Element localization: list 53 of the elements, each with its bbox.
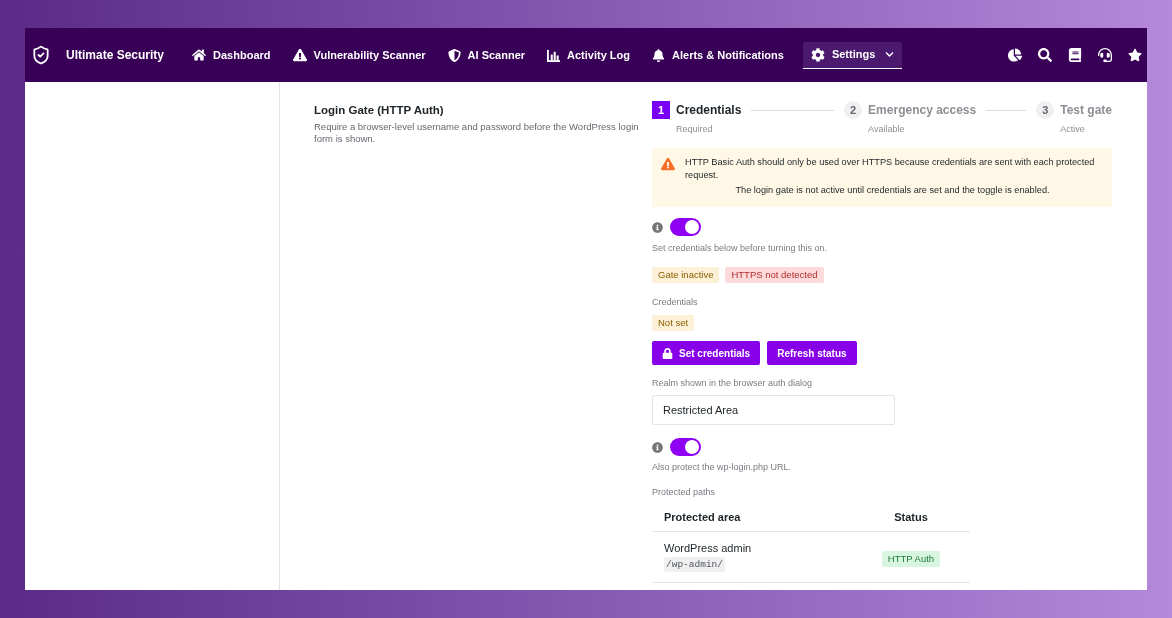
step-status: Active	[1060, 123, 1086, 135]
column-header: Protected area	[652, 504, 852, 531]
warning-note: The login gate is not active until credentials are set and the toggle is enabled.	[734, 184, 1051, 197]
search-icon[interactable]	[1038, 48, 1052, 62]
nav-link[interactable]: Activity Log	[547, 41, 630, 69]
house-icon	[192, 48, 207, 62]
status-badge: HTTP Auth	[881, 550, 941, 567]
warning-icon	[661, 157, 675, 171]
step-number: 1	[652, 101, 670, 119]
field-label: Realm shown in the browser auth dialog	[652, 377, 813, 389]
shield-check-icon	[31, 45, 51, 65]
section-description: Require a browser-level username and password before the WordPress login form is shown.	[314, 121, 639, 145]
bell-icon	[652, 48, 665, 62]
field-label: Credentials	[652, 296, 698, 308]
shield-icon	[447, 48, 461, 62]
toggle-switch[interactable]	[670, 218, 701, 236]
step-status: Available	[868, 123, 906, 135]
step-number: 2	[844, 101, 863, 119]
field-label: Protected paths	[652, 486, 716, 498]
help-text: Also protect the wp-login.php URL.	[652, 461, 792, 473]
status-badge: HTTPS not detected	[725, 267, 824, 283]
action-button[interactable]: Refresh status	[767, 341, 857, 365]
app-title: Ultimate Security	[66, 47, 165, 64]
help-text: Set credentials below before turning this on.	[652, 242, 828, 254]
nav-link[interactable]: Dashboard	[192, 41, 271, 69]
info-icon[interactable]	[652, 441, 663, 453]
star-icon[interactable]	[1128, 48, 1142, 62]
lock-icon	[662, 347, 673, 359]
bar-chart-icon	[547, 48, 561, 62]
nav-link[interactable]: Alerts & Notifications	[652, 41, 784, 69]
step-number: 3	[1036, 101, 1055, 119]
input-field[interactable]: Restricted Area	[652, 395, 895, 425]
caret-icon	[885, 50, 895, 59]
status-badge: Gate inactive	[652, 267, 720, 283]
warning-message: HTTP Basic Auth should only be used over HTTPS because credentials are sent with each protected request.	[685, 156, 1096, 182]
warning-icon	[292, 48, 307, 62]
column-header: Status	[852, 504, 970, 531]
step-status: Required	[676, 123, 714, 135]
headset-icon[interactable]	[1098, 48, 1112, 62]
pie-chart-icon[interactable]	[1008, 48, 1022, 62]
toggle-switch[interactable]	[670, 438, 701, 456]
book-icon[interactable]	[1068, 48, 1082, 62]
path-name: WordPress admin	[664, 541, 752, 555]
path-code: /wp-admin/	[664, 556, 725, 572]
nav-link[interactable]: AI Scanner	[447, 41, 526, 69]
nav-link[interactable]: Vulnerability Scanner	[292, 41, 426, 69]
section-title: Login Gate (HTTP Auth)	[314, 103, 445, 117]
step-label[interactable]: Credentials	[676, 101, 742, 119]
nav-link[interactable]: Settings	[802, 41, 903, 69]
settings-icon	[810, 47, 825, 62]
action-button[interactable]: Set credentials	[652, 341, 761, 365]
status-badge: Not set	[652, 315, 695, 331]
info-icon[interactable]	[652, 221, 663, 233]
